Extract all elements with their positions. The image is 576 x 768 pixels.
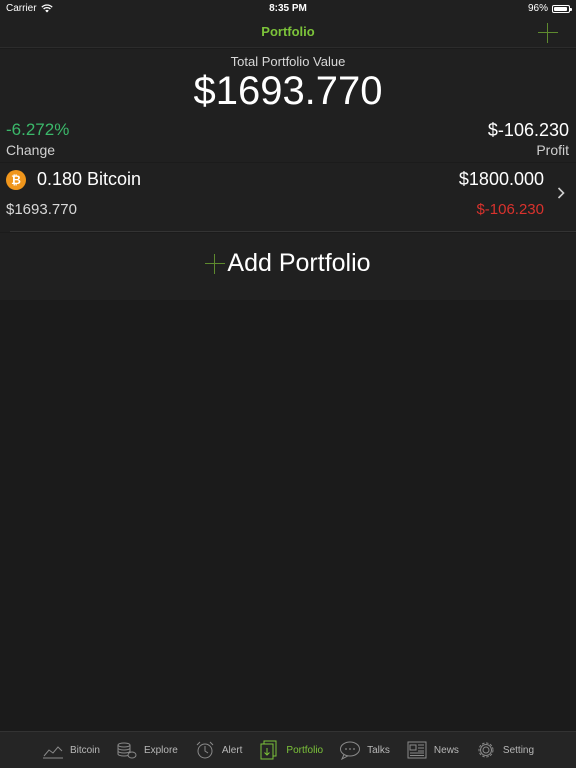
gear-icon [478, 742, 494, 758]
navigation-bar: Portfolio [0, 18, 576, 48]
tab-label: Portfolio [286, 744, 324, 756]
total-value-label: Total Portfolio Value [230, 54, 346, 69]
add-portfolio-button[interactable]: Add Portfolio [0, 233, 576, 300]
change-label: Change [6, 142, 56, 158]
tab-label: Bitcoin [69, 744, 100, 756]
holding-row-bitcoin[interactable]: ₿ 0.180 Bitcoin $1693.770 $1800.000 $-10… [0, 163, 576, 232]
portfolio-icon [260, 740, 277, 760]
chart-icon [42, 746, 63, 759]
tab-label: Explore [143, 744, 178, 756]
tab-label: Setting [502, 744, 535, 756]
newspaper-icon [407, 741, 427, 759]
add-portfolio-label: Add Portfolio [227, 249, 371, 277]
total-value: $1693.770 [193, 69, 383, 113]
status-time: 8:35 PM [269, 3, 307, 14]
tab-bar: Bitcoin Explore Alert Portfolio Talks Ne… [0, 731, 576, 768]
chat-bubble-icon [340, 741, 361, 760]
tab-alert[interactable]: Alert [186, 732, 251, 768]
tab-news[interactable]: News [398, 732, 467, 768]
plus-icon [205, 253, 226, 274]
profit-value: $-106.230 [487, 120, 569, 140]
add-icon[interactable] [536, 21, 560, 45]
tab-explore[interactable]: Explore [108, 732, 186, 768]
status-bar: Carrier 8:35 PM 96% [0, 0, 576, 18]
profit-label: Profit [536, 142, 569, 158]
tab-label: News [433, 744, 459, 756]
change-value: -6.272% [6, 120, 70, 139]
tab-bitcoin[interactable]: Bitcoin [34, 732, 108, 768]
tab-label: Talks [367, 744, 390, 756]
tab-talks[interactable]: Talks [331, 732, 398, 768]
bitcoin-icon: ₿ [6, 170, 26, 190]
row-divider [10, 231, 576, 232]
alarm-clock-icon [196, 741, 214, 759]
holding-cost: $1800.000 [458, 169, 544, 189]
tab-label: Alert [221, 744, 243, 756]
battery-icon [552, 4, 572, 13]
holding-amount: 0.180 Bitcoin [37, 169, 142, 189]
chevron-right-icon [557, 187, 565, 199]
holding-profit: $-106.230 [476, 201, 544, 218]
coins-icon [117, 742, 137, 759]
battery-percent: 96% [527, 3, 548, 14]
holding-current-value: $1693.770 [6, 201, 77, 218]
page-title: Portfolio [261, 24, 315, 39]
tab-portfolio[interactable]: Portfolio [250, 732, 331, 768]
battery-info: 96% [527, 3, 572, 14]
portfolio-summary: Total Portfolio Value $1693.770 -6.272% … [0, 49, 576, 162]
tab-setting[interactable]: Setting [467, 732, 542, 768]
